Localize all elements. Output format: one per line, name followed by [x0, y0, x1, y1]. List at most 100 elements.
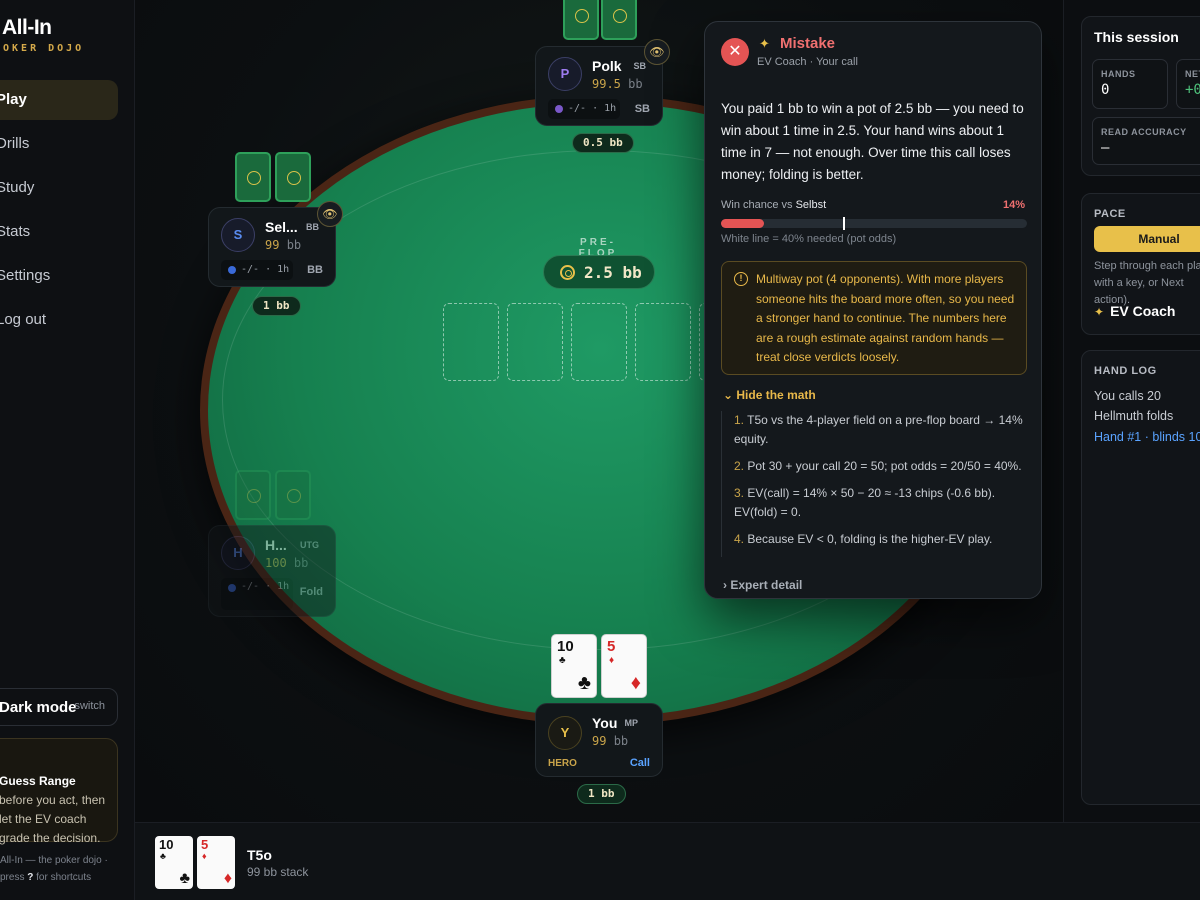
expert-detail-label: Expert detail [730, 578, 803, 592]
stack-amount: 99.5 [592, 77, 621, 91]
sidebar-item-study[interactable]: Study [0, 168, 118, 208]
player-action: Fold [299, 586, 323, 598]
player-action: BB [307, 264, 323, 276]
math-step: 3. EV(call) = 14% × 50 − 20 ≈ -13 chips … [734, 484, 1031, 522]
player-read: -/- · 1h [221, 260, 293, 280]
win-opponent: Selbst [795, 199, 827, 211]
avatar: S [221, 218, 255, 252]
sidebar-item-drills[interactable]: Drills [0, 124, 118, 164]
dark-mode-toggle[interactable]: Dark mode switch [0, 688, 118, 726]
pot-display: 2.5 bb [543, 255, 655, 289]
position-badge: BB [306, 222, 319, 232]
mini-card-2: 5 ♦ ♦ [197, 836, 235, 889]
mini-card-1: 10 ♣ ♣ [155, 836, 193, 889]
math-steps: 1. T5o vs the 4-player field on a pre-fl… [721, 411, 1031, 557]
step-number: 4. [734, 532, 745, 546]
seat-selbst[interactable]: S Sel... BB 99 bb -/- · 1h BB [208, 207, 336, 287]
sparkle-icon: ✦ [1094, 305, 1105, 319]
tip-body: before you act, then let the EV coach gr… [0, 793, 106, 845]
diamond-icon: ♦ [630, 672, 641, 694]
sidebar-item-settings[interactable]: Settings [0, 256, 118, 296]
net-label: NET [1185, 69, 1200, 79]
hands-value: 0 [1101, 82, 1110, 98]
accuracy-label: READ ACCURACY [1101, 127, 1187, 137]
player-action: Call [629, 757, 650, 769]
seat-polk[interactable]: P Polk SB 99.5 bb -/- · 1h SB [535, 46, 663, 126]
step-number: 1. [734, 413, 745, 427]
win-chance-value: 14% [1002, 199, 1025, 211]
step-number: 3. [734, 486, 745, 500]
player-read: -/- · 1h [548, 99, 620, 119]
eye-icon[interactable]: 👁 [644, 39, 670, 65]
face-down-card [235, 470, 271, 520]
face-down-card [275, 470, 311, 520]
sidebar-item-logout[interactable]: Log out [0, 300, 118, 340]
hand-link[interactable]: Hand #1 · blinds 10/20 [1094, 430, 1200, 444]
stack-unit: bb [293, 556, 309, 570]
win-chance-bar [721, 217, 1027, 230]
accuracy-stat: READ ACCURACY — [1092, 117, 1200, 165]
club-icon: ♣ [179, 870, 191, 887]
ev-coach-label: EV Coach [1110, 303, 1176, 319]
position-badge: UTG [300, 540, 319, 550]
step-text: T5o vs the 4-player field on a pre-flop … [734, 413, 1023, 446]
club-icon: ♣ [559, 655, 566, 666]
log-entry: You calls 20 [1094, 389, 1161, 403]
math-step: 2. Pot 30 + your call 20 = 50; pot odds … [734, 457, 1031, 476]
pace-manual-button[interactable]: Manual [1094, 226, 1200, 252]
stack-amount: 99 [592, 734, 607, 748]
diamond-icon: ♦ [609, 655, 615, 666]
bet-chip: 1 bb [577, 784, 626, 804]
dark-mode-label: Dark mode [0, 699, 77, 716]
log-entry: Hellmuth folds [1094, 409, 1174, 423]
pot-value: 2.5 bb [584, 263, 642, 282]
pace-card: PACE Manual Step through each play with … [1081, 193, 1200, 335]
player-name: Sel... [265, 219, 298, 235]
net-value: +0 [1185, 82, 1200, 98]
brand-subtitle: POKER DOJO [0, 43, 85, 54]
brand-title: All-In [2, 16, 52, 39]
tip-card: Guess Range before you act, then let the… [0, 738, 118, 845]
pot-odds-marker [843, 217, 845, 230]
stack-unit: bb [286, 238, 302, 252]
hands-label: HANDS [1101, 69, 1136, 79]
bet-chip: 0.5 bb [572, 133, 634, 153]
sidebar-item-stats[interactable]: Stats [0, 212, 118, 252]
expert-detail-toggle[interactable]: › Expert detail [723, 578, 802, 592]
eye-icon[interactable]: 👁 [317, 201, 343, 227]
player-name: H... [265, 537, 287, 553]
hide-math-toggle[interactable]: ⌄ Hide the math [723, 388, 816, 402]
pace-description: Step through each play with a key, or Ne… [1094, 260, 1200, 306]
ev-coach-popover: ✕ ✦ Mistake EV Coach · Your call You pai… [704, 21, 1042, 599]
player-stack: 100 bb [265, 556, 308, 570]
player-stack: 99 bb [265, 238, 301, 252]
net-stat: NET +0 [1176, 59, 1200, 109]
face-down-card [563, 0, 599, 40]
player-stack: 99.5 bb [592, 77, 643, 91]
coach-subtitle: EV Coach · Your call [757, 56, 858, 68]
bet-chip: 1 bb [252, 296, 301, 316]
hide-math-label: Hide the math [736, 388, 816, 402]
sidebar-item-play[interactable]: Play [0, 80, 118, 120]
dark-mode-switch[interactable]: switch [74, 700, 105, 712]
warning-icon: ! [734, 272, 748, 286]
close-icon[interactable]: ✕ [721, 38, 749, 66]
chip-icon [560, 265, 575, 280]
step-text: EV(call) = 14% × 50 − 20 ≈ -13 chips (-0… [734, 486, 996, 519]
hands-stat: HANDS 0 [1092, 59, 1168, 109]
session-title: This session [1094, 29, 1179, 45]
face-down-card [275, 152, 311, 202]
math-step: 4. Because EV < 0, folding is the higher… [734, 530, 1031, 549]
player-name: You [592, 715, 618, 731]
face-down-card [235, 152, 271, 202]
step-text: Pot 30 + your call 20 = 50; pot odds = 2… [747, 459, 1022, 473]
tip-text: Guess Range before you act, then let the… [0, 772, 109, 848]
ev-coach-toggle[interactable]: ✦ EV Coach [1094, 303, 1175, 319]
math-step: 1. T5o vs the 4-player field on a pre-fl… [734, 411, 1031, 449]
seat-hero[interactable]: Y You MP 99 bb HERO Call [535, 703, 663, 777]
card-rank: 5 [607, 638, 616, 655]
footer-text-end: for shortcuts [36, 872, 92, 883]
win-chance-fill [721, 219, 764, 228]
win-chance-note: White line = 40% needed (pot odds) [721, 233, 897, 245]
seat-hellmuth[interactable]: H H... UTG 100 bb -/- · 1h Fold [208, 525, 336, 617]
